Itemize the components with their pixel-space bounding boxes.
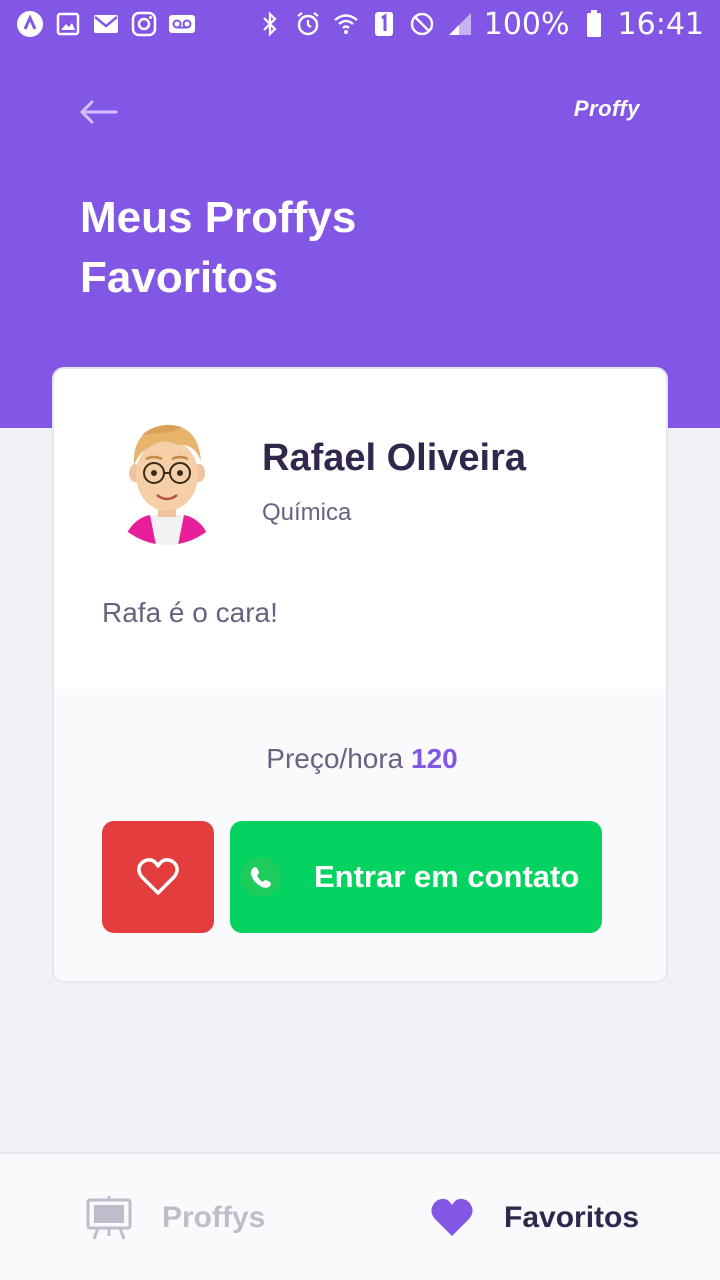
price-label: Preço/hora — [266, 743, 404, 774]
tab-favoritos[interactable]: Favoritos — [360, 1154, 720, 1280]
heart-outline-icon — [137, 858, 179, 895]
wifi-icon — [332, 10, 360, 38]
bottom-tab-bar: Proffys Favoritos — [0, 1152, 720, 1280]
unfavorite-button[interactable] — [102, 821, 214, 933]
whatsapp-icon — [241, 857, 281, 897]
tab-proffys-label: Proffys — [162, 1201, 266, 1234]
page-title: Meus Proffys Favoritos — [80, 193, 357, 302]
tab-proffys[interactable]: Proffys — [0, 1154, 360, 1280]
mail-icon — [92, 10, 120, 38]
card-footer: Preço/hora 120 Entrar em contato — [54, 689, 666, 981]
status-bar-right: 100% 16:41 — [256, 7, 704, 42]
status-bar: 100% 16:41 — [0, 0, 720, 48]
teacher-subject: Química — [262, 499, 352, 526]
teacher-bio: Rafa é o cara! — [102, 597, 278, 628]
back-button[interactable] — [76, 92, 120, 132]
contact-button[interactable]: Entrar em contato — [230, 821, 602, 933]
sim-icon — [370, 10, 398, 38]
instagram-icon — [130, 10, 158, 38]
teacher-card: Rafael Oliveira Química Rafa é o cara! P… — [52, 367, 668, 983]
price-line: Preço/hora 120 — [54, 743, 666, 775]
arrow-left-icon — [80, 100, 118, 124]
clock: 16:41 — [617, 6, 704, 42]
price-value: 120 — [411, 743, 458, 774]
alarm-icon — [294, 10, 322, 38]
easel-icon — [86, 1196, 132, 1240]
status-bar-left — [16, 10, 196, 38]
voicemail-icon — [168, 10, 196, 38]
heart-icon — [431, 1198, 473, 1236]
teacher-name: Rafael Oliveira — [262, 437, 527, 479]
assistant-icon — [16, 10, 44, 38]
proffy-logo: Proffy — [573, 96, 640, 121]
image-icon — [54, 10, 82, 38]
battery-percentage: 100% — [483, 6, 570, 42]
battery-icon — [580, 10, 608, 38]
bluetooth-icon — [256, 10, 284, 38]
do-not-disturb-icon — [408, 10, 436, 38]
contact-button-label: Entrar em contato — [314, 859, 580, 894]
tab-favoritos-label: Favoritos — [504, 1201, 640, 1234]
signal-icon — [446, 10, 474, 38]
avatar — [102, 415, 232, 545]
